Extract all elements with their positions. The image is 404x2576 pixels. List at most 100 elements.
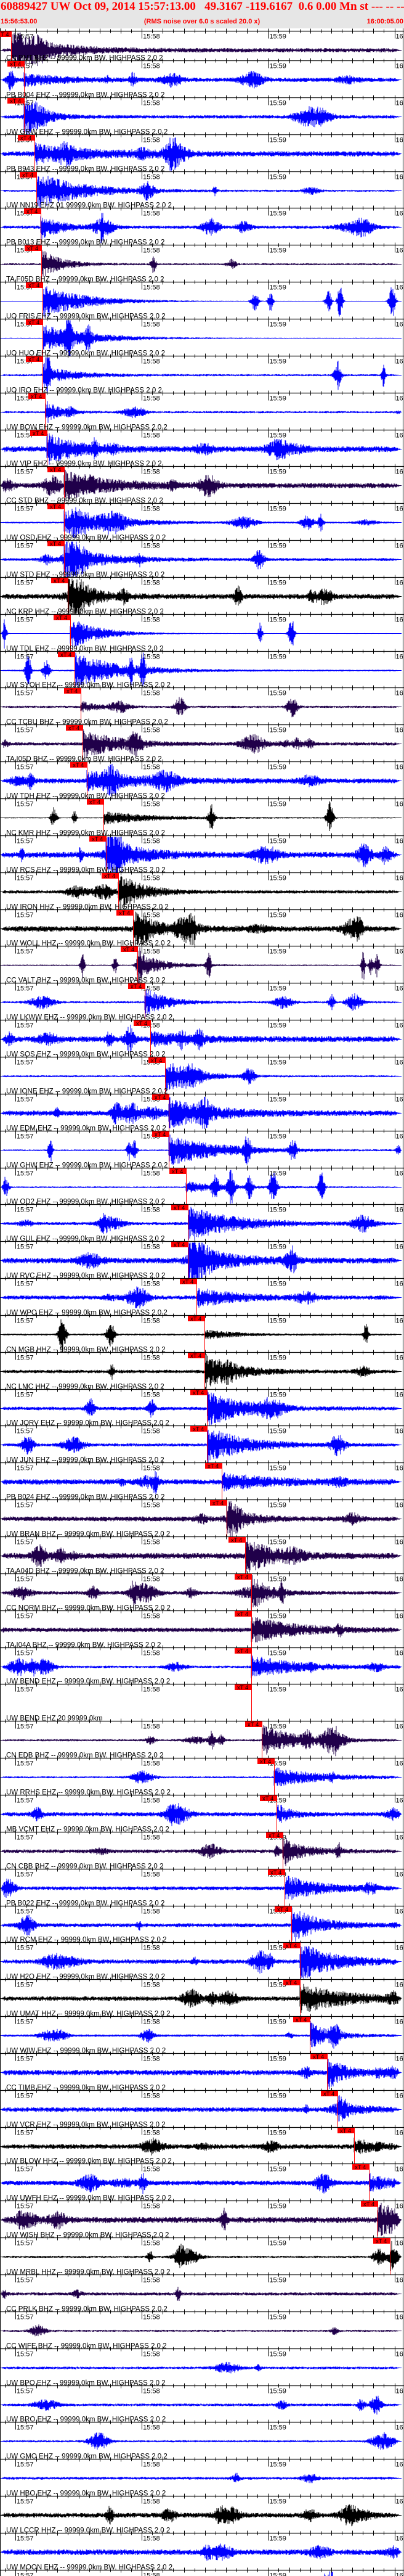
time-tick-label: 15:57	[17, 1059, 34, 1067]
waveform	[1, 2361, 402, 2374]
pick-label: xT 4	[50, 467, 61, 474]
waveform	[1, 70, 402, 91]
waveform	[1, 1471, 402, 1495]
time-tick-label: 16	[396, 543, 403, 550]
pick-label: xT 4	[231, 1537, 242, 1544]
time-tick-label: 16	[396, 1170, 403, 1178]
time-tick-label: 15:58	[143, 1613, 160, 1620]
station-label: UW RCM EHZ -- 99999.0km BW. HIGHPASS 2.0…	[6, 1937, 167, 1944]
time-tick-label: 15:57	[17, 1982, 34, 1989]
time-tick-label: 15:57	[17, 2203, 34, 2210]
pick-label: xT 4	[172, 1168, 183, 1175]
time-tick-label: 15:59	[269, 1244, 286, 1251]
time-tick-label: 15:57	[17, 1834, 34, 1842]
pick-label: xT 4	[10, 98, 21, 105]
pick-label: xT 4	[323, 2091, 334, 2098]
time-tick-label: 15:58	[143, 2572, 160, 2576]
time-tick-label: 15:58	[143, 543, 160, 550]
time-tick-label: 15:59	[269, 210, 286, 218]
time-tick-label: 15:58	[143, 2351, 160, 2358]
waveform	[1, 801, 402, 831]
pick-label: xT 4	[136, 1020, 147, 1027]
station-label: PB B004 EHZ -- 99999.0km BW. HIGHPASS 2.…	[6, 92, 164, 99]
time-tick-label: 15:59	[269, 1096, 286, 1104]
waveform	[1, 1286, 402, 1309]
pick-label: xT 4	[104, 873, 115, 880]
station-label: UW EDM EHZ -- 99999.0km BW. HIGHPASS 2.0…	[6, 1125, 166, 1133]
time-tick-label: 15:58	[143, 247, 160, 255]
pick-label: xT 4	[262, 1795, 273, 1802]
station-label: UW JORV EHZ -- 99999.0km BW. HIGHPASS 2.…	[6, 1420, 169, 1427]
pick-label: xT 4	[286, 1980, 297, 1987]
pick-label: xT 4	[33, 430, 44, 437]
time-tick-label: 15:59	[269, 2277, 286, 2284]
trace-65: 15:57 15:58 15:59 16 UW BRO EHZ -- 99999.0km…	[0, 2416, 404, 2450]
time-tick-label: 15:58	[143, 617, 160, 624]
time-tick-label: 16	[396, 137, 403, 144]
time-tick-label: 15:57	[17, 1797, 34, 1805]
pick-label: xT 4	[155, 1131, 166, 1138]
time-tick-label: 15:59	[269, 654, 286, 661]
station-label: NC KMR HHZ -- 99999.0km BW. HIGHPASS 2.0…	[6, 830, 165, 837]
pick-label: xT 4	[28, 282, 39, 289]
station-label: CC PRLK BHZ -- 99999.0km BW. HIGHPASS 2.…	[6, 2306, 168, 2313]
time-tick-label: 15:58	[143, 469, 160, 476]
station-label: MB VCMT EHZ -- 99999.0km BW. HIGHPASS 2.…	[6, 1826, 169, 1834]
waveform	[1, 619, 402, 649]
time-tick-label: 16	[396, 321, 403, 329]
waveform	[1, 763, 402, 797]
pick-label: xT 4	[193, 1390, 204, 1397]
pick-label: xT 4	[28, 319, 39, 326]
pick-label: xT 4	[89, 799, 100, 806]
time-tick-label: 15:57	[17, 580, 34, 587]
time-tick-label: 16	[396, 174, 403, 181]
time-tick-label: 15:57	[17, 654, 34, 661]
time-tick-label: 15:59	[269, 284, 286, 292]
station-label: UW WISH BHZ -- 99999.0km BW. HIGHPASS 2.…	[6, 2232, 169, 2239]
time-tick-label: 15:57	[17, 469, 34, 476]
time-tick-label: 15:59	[269, 690, 286, 697]
pick-label: xT 4	[363, 2201, 374, 2208]
pick-marker[interactable]: xT 4	[235, 1684, 252, 1721]
time-tick-label: 15:57	[17, 912, 34, 919]
station-label: UW BPO EHZ -- 99999.0km BW. HIGHPASS 2.0…	[6, 2380, 166, 2387]
time-tick-label: 15:57	[17, 801, 34, 808]
time-tick-label: 15:57	[17, 2424, 34, 2432]
time-tick-label: 15:59	[269, 1170, 286, 1178]
time-tick-label: 15:58	[143, 210, 160, 218]
time-tick-label: 15:59	[269, 63, 286, 70]
waveform	[1, 2543, 402, 2561]
time-tick-label: 15:59	[269, 1502, 286, 1509]
waveform	[1, 2202, 402, 2236]
waveform	[1, 1134, 402, 1165]
pick-label: xT 4	[27, 245, 38, 252]
pick-label: xT 4	[174, 1242, 185, 1249]
pick-label: xT 4	[56, 615, 67, 621]
time-tick-label: 15:59	[269, 1613, 286, 1620]
waveform	[1, 32, 402, 68]
time-tick-label: 15:59	[269, 432, 286, 440]
time-tick-label: 15:57	[17, 1281, 34, 1288]
time-axis-ticks	[5, 28, 395, 39]
station-label: UW GHW EHZ -- 99999.0km BW. HIGHPASS 2.0…	[6, 1162, 168, 1170]
time-tick-label: 16	[396, 1539, 403, 1546]
time-tick-label: 15:58	[143, 1428, 160, 1435]
waveform	[1, 2324, 402, 2337]
time-tick-label: 16	[396, 1318, 403, 1325]
time-tick-label: 15:59	[269, 1465, 286, 1472]
waveform	[1, 2020, 402, 2049]
time-tick-label: 15:58	[143, 2130, 160, 2137]
time-tick-label: 16	[396, 2203, 403, 2210]
time-tick-label: 15:58	[143, 2461, 160, 2469]
time-tick-label: 15:57	[17, 1428, 34, 1435]
time-tick-label: 15:58	[143, 395, 160, 403]
time-tick-label: 15:57	[17, 1207, 34, 1214]
time-tick-label: 16	[396, 654, 403, 661]
time-tick-label: 15:58	[143, 801, 160, 808]
waveform	[1, 401, 402, 423]
time-tick-label: 15:58	[143, 100, 160, 107]
time-tick-label: 16	[396, 1982, 403, 1989]
time-tick-label: 15:58	[143, 654, 160, 661]
time-tick-label: 15:58	[143, 912, 160, 919]
pick-label: xT 4	[355, 2164, 366, 2171]
